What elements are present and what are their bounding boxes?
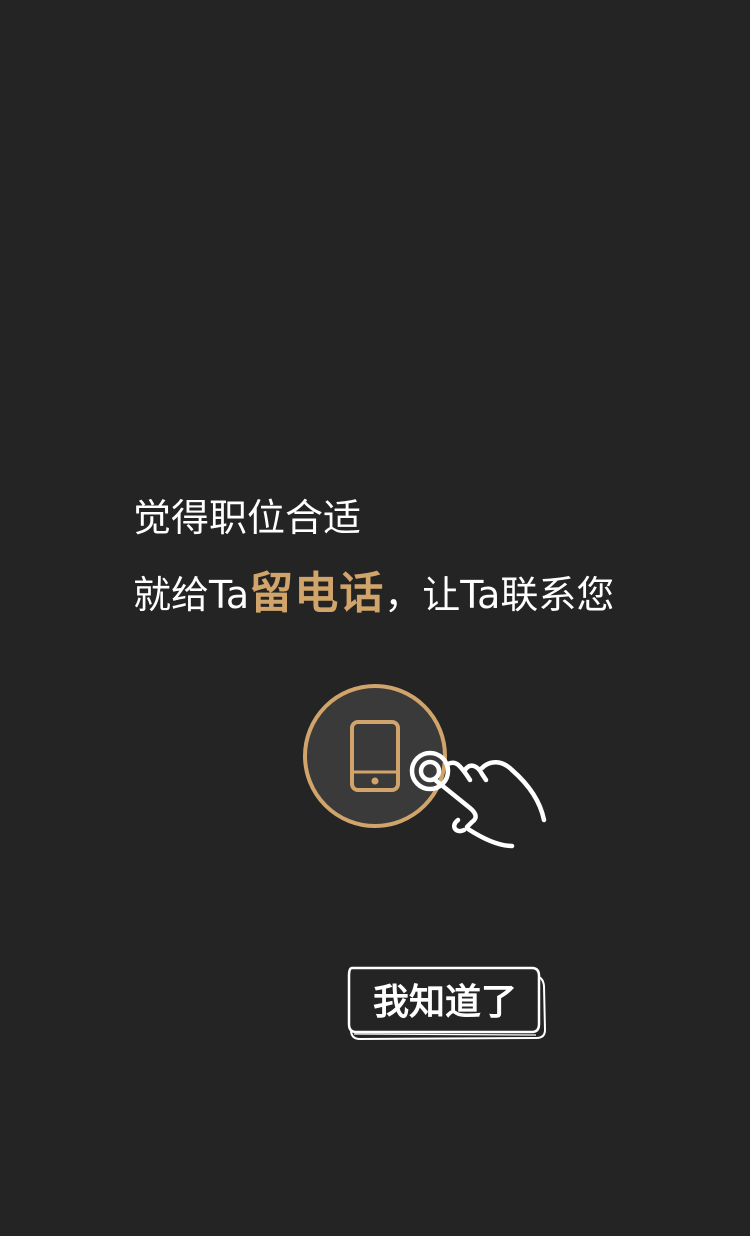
call-illustration <box>300 680 560 860</box>
guide-line2-highlight: 留电话 <box>249 568 385 619</box>
guide-line1-text: 觉得职位合适 <box>133 496 362 540</box>
guide-line2-prefix: 就给Ta <box>133 573 250 617</box>
got-it-button[interactable]: 我知道了 <box>346 964 548 1044</box>
guide-subtitle: 就给Ta留电话，让Ta联系您 <box>133 568 614 621</box>
guide-title: 觉得职位合适 <box>133 494 361 542</box>
got-it-button-label: 我知道了 <box>372 982 517 1023</box>
guide-line2-suffix: ，让Ta联系您 <box>384 573 615 617</box>
guide-overlay: 觉得职位合适 就给Ta留电话，让Ta联系您 我知道了 <box>0 0 750 1236</box>
call-illustration-svg <box>303 684 547 849</box>
